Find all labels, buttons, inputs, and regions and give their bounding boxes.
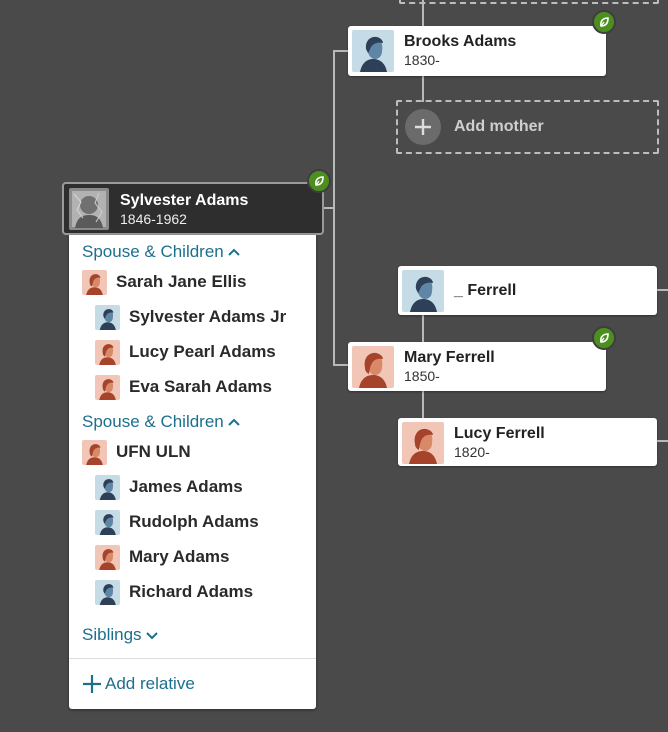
child-name: Eva Sarah Adams (129, 377, 272, 396)
leaf-hint-icon[interactable] (592, 326, 616, 350)
person-card-maternal-grandfather[interactable]: _ Ferrell (398, 266, 657, 315)
child-row[interactable]: Mary Adams (95, 543, 229, 571)
tree-connector (422, 391, 424, 418)
female-avatar-icon (352, 346, 394, 388)
section-label: Spouse & Children (82, 412, 224, 431)
female-avatar-icon (82, 439, 107, 465)
person-name: Brooks Adams (404, 33, 517, 50)
child-row[interactable]: Rudolph Adams (95, 508, 259, 536)
focus-person-dates: 1846-1962 (120, 211, 187, 227)
female-avatar-icon (82, 269, 107, 295)
photo-icon (69, 188, 109, 230)
female-avatar-icon (95, 544, 120, 570)
child-name: Sylvester Adams Jr (129, 307, 287, 326)
person-card-mother[interactable]: Mary Ferrell 1850- (348, 342, 606, 391)
section-label: Spouse & Children (82, 242, 224, 261)
chevron-down-icon (145, 632, 158, 640)
tree-connector (422, 315, 424, 342)
tree-connector (422, 76, 424, 102)
male-avatar-icon (95, 304, 120, 330)
person-dates: 1830- (404, 52, 440, 68)
spouse-row[interactable]: Sarah Jane Ellis (82, 268, 246, 296)
chevron-up-icon (228, 418, 240, 426)
child-row[interactable]: James Adams (95, 473, 243, 501)
panel-divider (69, 658, 316, 659)
spouse-name: UFN ULN (116, 442, 191, 461)
child-row[interactable]: Richard Adams (95, 578, 253, 606)
spouse-children-toggle[interactable]: Spouse & Children (82, 242, 241, 262)
leaf-hint-icon[interactable] (592, 10, 616, 34)
person-name: Lucy Ferrell (454, 425, 545, 442)
child-name: Mary Adams (129, 547, 230, 566)
family-panel: Spouse & Children Sarah Jane Ellis Sylve… (69, 235, 316, 709)
person-card-maternal-grandmother[interactable]: Lucy Ferrell 1820- (398, 418, 657, 466)
child-row[interactable]: Sylvester Adams Jr (95, 303, 286, 331)
siblings-label: Siblings (82, 625, 142, 644)
plus-icon (83, 675, 101, 693)
tree-connector (333, 50, 348, 52)
tree-connector (656, 289, 668, 291)
spouse-row[interactable]: UFN ULN (82, 438, 191, 466)
male-avatar-icon (402, 270, 444, 312)
male-avatar-icon (95, 579, 120, 605)
spouse-name: Sarah Jane Ellis (116, 272, 247, 291)
female-avatar-icon (402, 422, 444, 464)
spouse-children-toggle[interactable]: Spouse & Children (82, 412, 241, 432)
tree-connector (333, 364, 348, 366)
add-relative-button[interactable]: Add relative (82, 674, 195, 694)
male-avatar-icon (95, 474, 120, 500)
child-name: Richard Adams (129, 582, 254, 601)
add-relative-label: Add relative (105, 674, 195, 693)
male-avatar-icon (352, 30, 394, 72)
focus-person-card[interactable]: Sylvester Adams 1846-1962 (62, 182, 324, 235)
female-avatar-icon (95, 374, 120, 400)
person-dates: 1820- (454, 444, 490, 460)
child-row[interactable]: Lucy Pearl Adams (95, 338, 276, 366)
tree-connector (333, 50, 335, 366)
add-mother-label[interactable]: Add mother (454, 118, 544, 136)
child-name: James Adams (129, 477, 243, 496)
female-avatar-icon (95, 339, 120, 365)
person-name: _ Ferrell (454, 282, 517, 299)
ancestor-placeholder[interactable] (399, 0, 659, 4)
siblings-toggle[interactable]: Siblings (82, 625, 159, 645)
child-row[interactable]: Eva Sarah Adams (95, 373, 272, 401)
person-card-father[interactable]: Brooks Adams 1830- (348, 26, 606, 76)
person-dates: 1850- (404, 368, 440, 384)
plus-icon[interactable] (405, 109, 441, 145)
child-name: Lucy Pearl Adams (129, 342, 276, 361)
tree-connector (656, 440, 668, 442)
chevron-up-icon (228, 248, 240, 256)
focus-person-name: Sylvester Adams (120, 192, 249, 209)
male-avatar-icon (95, 509, 120, 535)
child-name: Rudolph Adams (129, 512, 259, 531)
person-name: Mary Ferrell (404, 349, 495, 366)
leaf-hint-icon[interactable] (307, 169, 331, 193)
